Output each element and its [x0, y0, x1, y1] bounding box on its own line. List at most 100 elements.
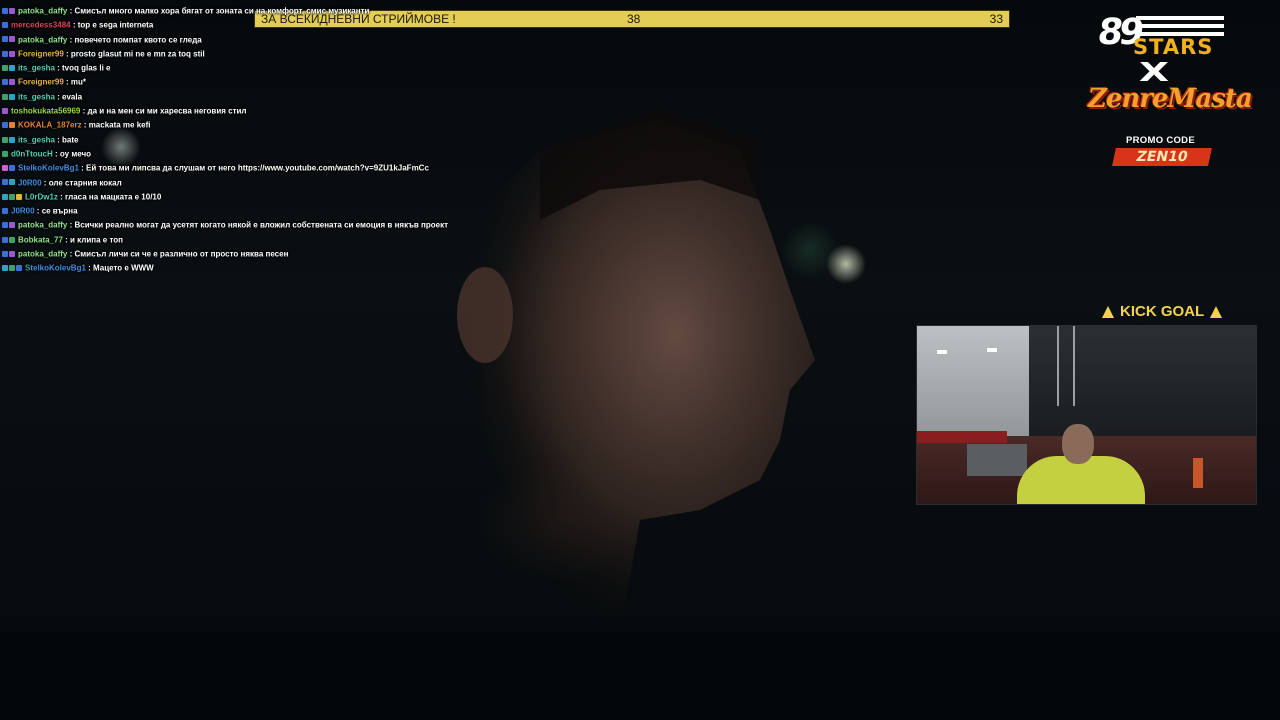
- chat-badge-icon: [2, 222, 8, 229]
- chat-text: Смисъл много малко хора бягат от зоната …: [74, 6, 370, 16]
- chat-badge-icon: [2, 193, 8, 200]
- chat-username[interactable]: its_gesha: [18, 63, 55, 72]
- chat-separator: :: [85, 263, 94, 273]
- chat-text: top e sega interneta: [77, 20, 154, 30]
- chat-text: оле старния кокал: [48, 177, 122, 187]
- brand-stripe: [1136, 16, 1224, 20]
- chat-message: mercedess3484 : top e sega interneta: [2, 18, 472, 32]
- chat-text: Смисъл личи си че е различно от просто н…: [74, 249, 289, 259]
- chat-username[interactable]: L0rDw1z: [25, 192, 58, 201]
- chat-badges: [2, 190, 23, 204]
- arrow-up-icon: [1210, 305, 1223, 318]
- chat-badge-icon: [9, 65, 15, 72]
- chat-badge-icon: [9, 93, 15, 100]
- chat-badges: [2, 104, 9, 118]
- chat-text: evala: [62, 92, 83, 102]
- promo-code: ZEN10: [1112, 148, 1212, 166]
- chat-badge-icon: [2, 65, 8, 72]
- chat-message: its_gesha : tvoq glas li e: [2, 61, 472, 75]
- chat-badge-icon: [2, 265, 8, 272]
- webcam-shelf: [917, 431, 1007, 443]
- chat-message: d0nTtoucH : оу мечо: [2, 147, 472, 161]
- chat-badge-icon: [2, 136, 8, 143]
- chat-username[interactable]: its_gesha: [18, 92, 55, 101]
- chat-badge-icon: [9, 265, 15, 272]
- chat-text: се върна: [41, 206, 78, 216]
- chat-text: tvoq glas li e: [62, 63, 111, 73]
- chat-badge-icon: [9, 122, 15, 129]
- chat-message: patoka_daffy : Смисъл личи си че е разли…: [2, 247, 472, 261]
- video-letterbox: [0, 632, 1280, 720]
- chat-separator: :: [70, 20, 78, 30]
- webcam-bottle: [1193, 458, 1203, 488]
- chat-badges: [2, 61, 16, 75]
- chat-message: L0rDw1z : гласа на мацката е 10/10: [2, 190, 472, 204]
- chat-username[interactable]: StelkoKolevBg1: [25, 264, 86, 273]
- chat-message: patoka_daffy : повечето помпат квото се …: [2, 33, 472, 47]
- chat-separator: :: [52, 149, 60, 159]
- chat-username[interactable]: mercedess3484: [11, 21, 71, 30]
- chat-message: Foreigner99 : prosto glasut mi ne e mn z…: [2, 47, 472, 61]
- chat-badge-icon: [2, 250, 8, 257]
- chat-badge-icon: [16, 265, 22, 272]
- chat-badge-icon: [2, 93, 8, 100]
- chat-badge-icon: [9, 7, 15, 14]
- chat-username[interactable]: toshokukata56969: [11, 106, 80, 115]
- chat-separator: :: [78, 163, 87, 173]
- chat-badge-icon: [9, 222, 15, 229]
- chat-username[interactable]: J0R00: [11, 206, 35, 215]
- chat-badge-icon: [9, 250, 15, 257]
- chat-badge-icon: [2, 7, 8, 14]
- chat-username[interactable]: d0nTtoucH: [11, 149, 53, 158]
- stream-goal-target: 33: [989, 12, 1003, 26]
- chat-separator: :: [81, 120, 89, 130]
- chat-badge-icon: [2, 122, 8, 129]
- chat-message: its_gesha : evala: [2, 90, 472, 104]
- chat-separator: :: [54, 134, 63, 144]
- chat-badge-icon: [2, 236, 8, 243]
- chat-badge-icon: [2, 50, 8, 57]
- webcam-light: [937, 350, 947, 354]
- chat-badge-icon: [2, 36, 8, 43]
- chat-badge-icon: [2, 208, 8, 215]
- webcam-feed: [916, 325, 1257, 505]
- chat-badges: [2, 147, 9, 161]
- chat-badge-icon: [9, 36, 15, 43]
- chat-username[interactable]: patoka_daffy: [18, 6, 67, 15]
- chat-message: J0R00 : оле старния кокал: [2, 176, 472, 190]
- chat-username[interactable]: Foreigner99: [18, 78, 64, 87]
- chat-username[interactable]: patoka_daffy: [18, 249, 67, 258]
- chat-badge-icon: [9, 165, 15, 172]
- chat-username[interactable]: Bobkata_77: [18, 235, 63, 244]
- chat-text: Ей това ми липсва да слушам от него http…: [86, 163, 429, 173]
- chat-badges: [2, 161, 16, 175]
- chat-message: Foreigner99 : mu*: [2, 75, 472, 89]
- stream-goal-current: 38: [627, 12, 641, 26]
- chat-message: patoka_daffy : Всички реално могат да ус…: [2, 218, 472, 232]
- chat-badge-icon: [2, 22, 8, 29]
- chat-badges: [2, 176, 16, 190]
- chat-username[interactable]: KOKALA_187erz: [18, 121, 82, 130]
- chat-username[interactable]: Foreigner99: [18, 49, 64, 58]
- chat-badges: [2, 233, 16, 247]
- chat-badge-icon: [2, 179, 8, 186]
- chat-badge-icon: [9, 50, 15, 57]
- chat-username[interactable]: its_gesha: [18, 135, 55, 144]
- webcam-ladder: [1057, 326, 1075, 406]
- chat-text: повечето помпат квото се гледа: [74, 34, 202, 44]
- chat-badge-icon: [9, 236, 15, 243]
- chat-text: оу мечо: [59, 149, 92, 159]
- chat-username[interactable]: patoka_daffy: [18, 35, 67, 44]
- chat-text: mackata me kefi: [88, 120, 151, 130]
- chat-username[interactable]: StelkoKolevBg1: [18, 164, 79, 173]
- chat-badges: [2, 261, 23, 275]
- streamer-head: [1062, 424, 1094, 464]
- chat-separator: :: [54, 63, 63, 73]
- chat-username[interactable]: J0R00: [18, 178, 42, 187]
- chat-badge-icon: [2, 150, 8, 157]
- chat-username[interactable]: patoka_daffy: [18, 221, 67, 230]
- chat-text: mu*: [70, 77, 87, 87]
- chat-badge-icon: [16, 193, 22, 200]
- kick-goal: KICK GOAL: [1102, 303, 1223, 320]
- chat-badge-icon: [9, 79, 15, 86]
